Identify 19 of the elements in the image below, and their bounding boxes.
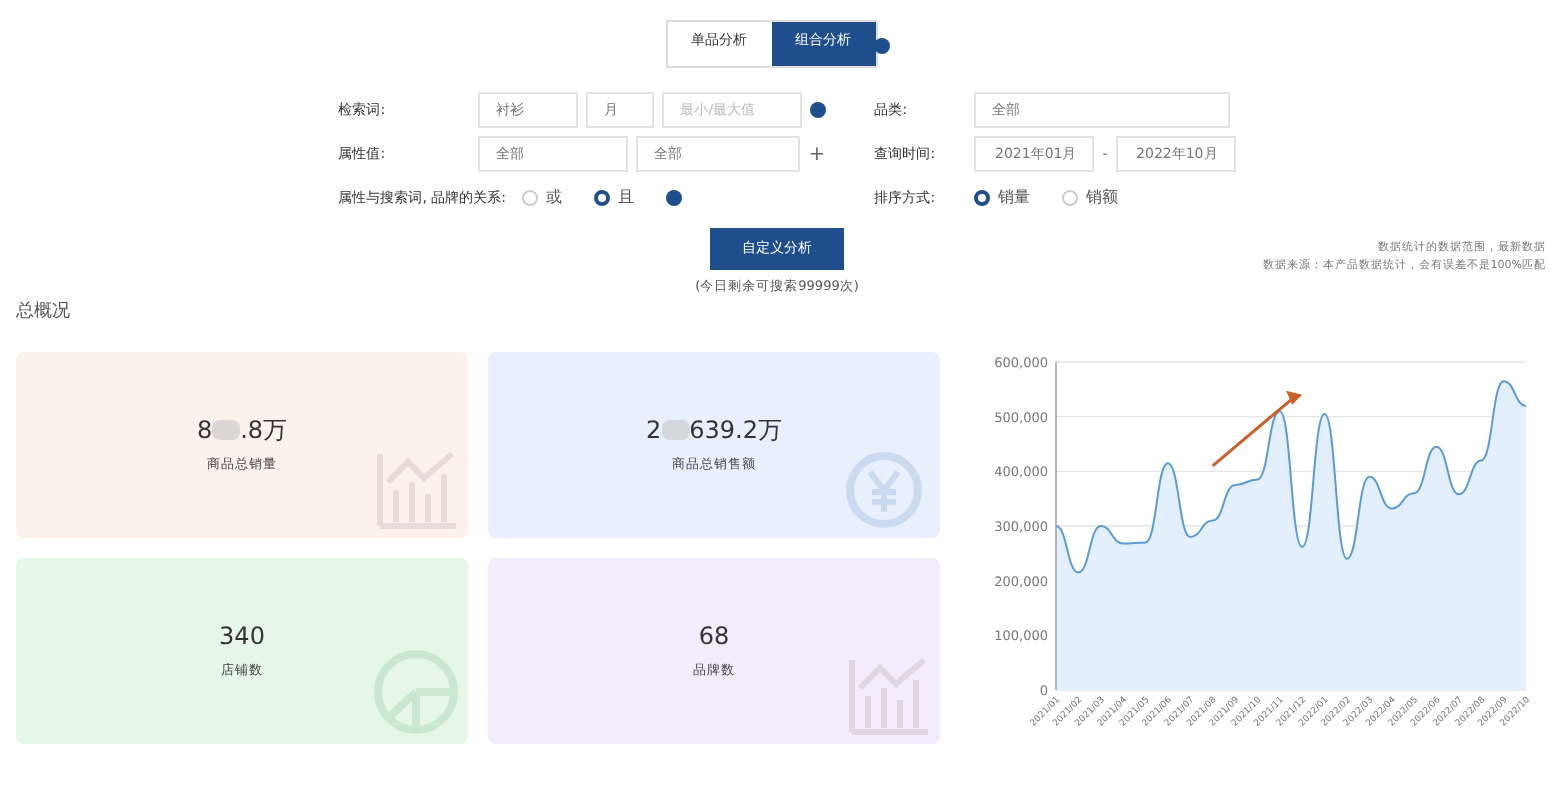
pie-chart-icon [372, 647, 460, 736]
section-title: 总概况 [16, 300, 72, 327]
radio-option[interactable]: 且 [594, 186, 635, 210]
stat-value: .8万 [240, 414, 288, 449]
stat-value: 639.2万 [689, 414, 782, 449]
radio-option[interactable]: 销额 [1062, 186, 1119, 210]
radio-option[interactable]: 销量 [974, 186, 1031, 210]
trend-arrow [1211, 390, 1303, 467]
blurred-digits [212, 420, 241, 441]
radio-option[interactable]: 或 [522, 186, 563, 210]
add-button[interactable]: + [808, 139, 826, 169]
stat-value: 2 [646, 414, 662, 449]
stat-value: 8 [196, 414, 213, 449]
blurred-digits [661, 420, 690, 441]
yen-icon [844, 449, 924, 530]
stat-value: 68 [698, 620, 730, 655]
stat-value: 340 [219, 620, 265, 655]
help-icon[interactable] [666, 190, 683, 206]
help-icon[interactable] [810, 102, 827, 118]
